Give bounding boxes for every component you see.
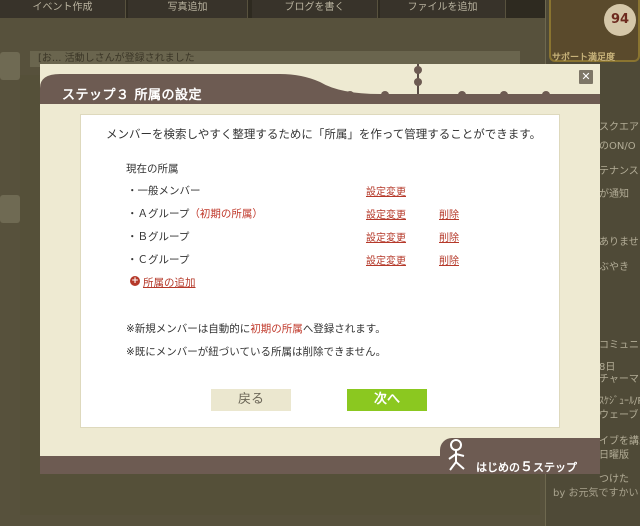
add-group-link[interactable]: 所属の追加 [143, 275, 196, 290]
bg-right-item: スクエア [599, 122, 639, 133]
bg-right-item: ｽｹｼﾞｭｰﾙ/R [599, 396, 640, 407]
plus-circle-icon[interactable]: + [130, 276, 140, 286]
back-button[interactable]: 戻る [211, 389, 291, 411]
group-name: ・Ｂグループ [127, 229, 189, 244]
dialog-header: ステップ３ 所属の設定 [40, 64, 600, 104]
bg-right-item: ぶやき [599, 262, 629, 273]
group-delete-link[interactable]: 削除 [439, 229, 459, 244]
note-text: へ登録されます。 [302, 323, 386, 335]
bg-right-item: のON/O [599, 141, 636, 152]
dialog-title: ステップ３ 所属の設定 [62, 88, 203, 103]
bg-right-item: ウェーブ [599, 410, 639, 421]
bg-right-item: つけた [599, 474, 629, 485]
hanger-ring [414, 78, 422, 86]
hanger-ring [414, 66, 422, 74]
hanger-ring [346, 91, 354, 99]
footer-step-count: ５ [520, 460, 534, 475]
current-groups-label: 現在の所属 [126, 163, 179, 175]
note-auto-assign: ※新規メンバーは自動的に初期の所属へ登録されます。 [126, 321, 386, 336]
bg-right-item: テナンス [599, 166, 639, 177]
bg-right-item: ありませ [599, 237, 639, 248]
person-icon [448, 439, 465, 471]
group-delete-link[interactable]: 削除 [439, 252, 459, 267]
group-name: ・Ａグループ（初期の所属） [127, 206, 263, 221]
group-name-text: ・Ａグループ [127, 208, 190, 220]
bg-support-score: 94 [604, 4, 636, 36]
footer-text: はじめの [476, 461, 520, 474]
bg-left-icon [0, 52, 20, 80]
bg-tab-event: イベント作成 [0, 0, 126, 18]
group-name-text: ・一般メンバー [127, 185, 201, 197]
background-tab-bar: イベント作成 写真追加 ブログを書く ファイルを追加 [0, 0, 545, 18]
bg-right-footer: by お元気ですかい [553, 488, 639, 499]
group-edit-link[interactable]: 設定変更 [366, 206, 406, 221]
group-delete-link[interactable]: 削除 [439, 206, 459, 221]
hanger-ring [500, 91, 508, 99]
bg-tab-photo: 写真追加 [128, 0, 248, 18]
note-delete-restriction: ※既にメンバーが紐づいている所属は削除できません。 [126, 346, 387, 358]
bg-right-item: イブを講入 [599, 436, 640, 447]
bg-left-icon [0, 195, 20, 223]
group-name-text: ・Ｂグループ [127, 231, 190, 243]
footer-label: はじめの５ステップ [476, 456, 577, 475]
close-button[interactable]: ✕ [579, 70, 593, 84]
bg-right-item: チャーマ [599, 374, 639, 385]
dialog-content-card: メンバーを検索しやすく整理するために「所属」を作って管理することができます。 現… [80, 114, 560, 428]
next-button[interactable]: 次へ [347, 389, 427, 411]
setup-step-dialog: ステップ３ 所属の設定 ✕ メンバーを検索しやすく整理するために「所属」を作って… [40, 64, 600, 475]
group-name-text: ・Ｃグループ [127, 254, 190, 266]
note-text: ※新規メンバーは自動的に [126, 323, 251, 335]
bg-right-item: が通知 [599, 189, 629, 200]
bg-right-item: 日曜版 [599, 450, 629, 461]
footer-text: ステップ [533, 461, 578, 474]
hanger-ring [381, 91, 389, 99]
intro-text: メンバーを検索しやすく整理するために「所属」を作って管理することができます。 [106, 127, 542, 141]
bg-tab-file: ファイルを追加 [380, 0, 506, 18]
hanger-ring [458, 91, 466, 99]
bg-right-item: コミュニ [599, 340, 639, 351]
hanger-ring [542, 91, 550, 99]
bg-support-label: サポート満足度 [552, 53, 616, 63]
bg-tab-blog: ブログを書く [252, 0, 378, 18]
initial-group-note: （初期の所属） [189, 208, 263, 220]
group-edit-link[interactable]: 設定変更 [366, 183, 406, 198]
group-name: ・一般メンバー [127, 183, 201, 198]
group-edit-link[interactable]: 設定変更 [366, 229, 406, 244]
group-name: ・Ｃグループ [127, 252, 189, 267]
group-edit-link[interactable]: 設定変更 [366, 252, 406, 267]
note-highlight: 初期の所属 [250, 323, 303, 335]
